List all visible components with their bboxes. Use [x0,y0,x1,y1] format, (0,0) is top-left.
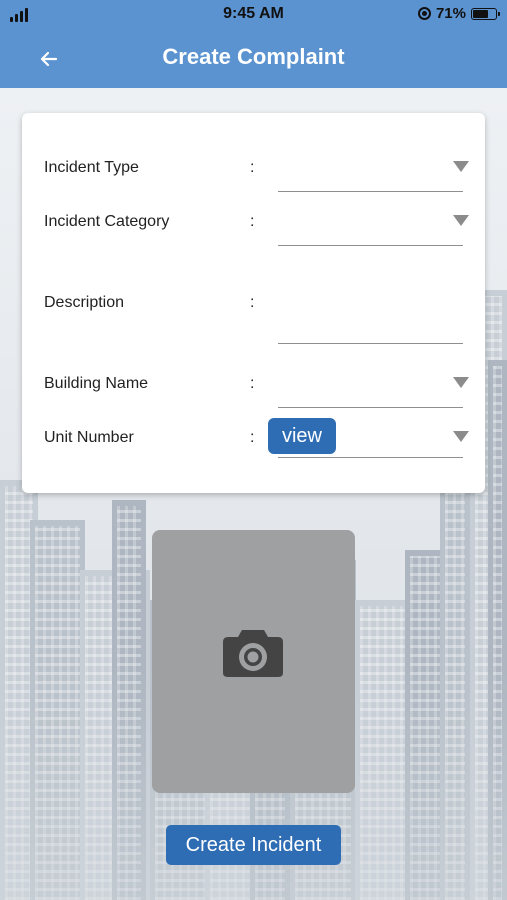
dropdown-caret-icon [453,377,469,388]
photo-upload-area[interactable] [152,530,355,793]
battery-percent: 71% [435,5,466,22]
colon: : [250,213,255,230]
incident-type-label: Incident Type [44,159,139,176]
app-bar: Create Complaint [0,30,507,88]
incident-category-dropdown[interactable] [278,211,469,246]
building-name-label: Building Name [44,375,149,392]
incident-type-dropdown[interactable] [278,157,469,192]
dropdown-caret-icon [453,215,469,226]
camera-icon [223,630,283,677]
create-incident-button[interactable]: Create Incident [166,825,341,865]
battery-icon [471,7,500,20]
complaint-form-card: Incident Type : Incident Category : Desc… [22,113,485,493]
orientation-lock-icon [417,7,431,20]
status-bar: 9:45 AM 71% [0,0,507,30]
colon: : [250,429,255,446]
dropdown-caret-icon [453,431,469,442]
description-label: Description [44,294,125,311]
colon: : [250,159,255,176]
colon: : [250,294,255,311]
view-button[interactable]: view [268,418,336,454]
description-input[interactable] [278,290,463,344]
unit-number-label: Unit Number [44,429,134,446]
colon: : [250,375,255,392]
dropdown-caret-icon [453,161,469,172]
page-title: Create Complaint [162,44,345,69]
status-right: 71% [417,5,500,22]
incident-category-label: Incident Category [44,213,170,230]
building-name-dropdown[interactable] [278,373,469,408]
